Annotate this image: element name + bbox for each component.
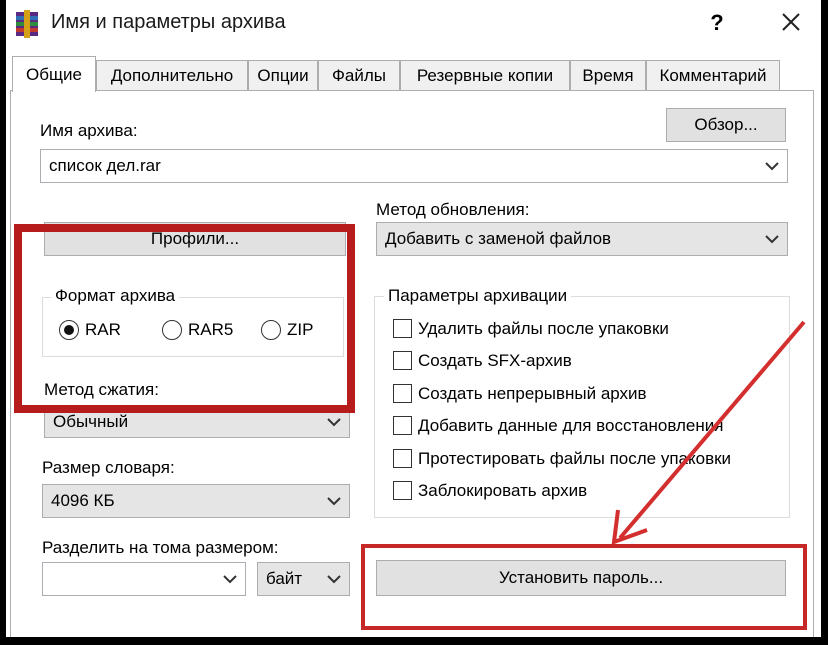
checkbox-delete-after-label: Удалить файлы после упаковки [418, 319, 669, 338]
split-size-combo[interactable] [42, 562, 246, 596]
radio-rar5[interactable] [162, 320, 182, 340]
radio-zip-label: ZIP [287, 320, 314, 339]
checkbox-lock-label: Заблокировать архив [418, 481, 588, 500]
tab-backup[interactable]: Резервные копии [400, 60, 570, 90]
chevron-down-icon [223, 575, 237, 584]
chevron-down-icon [327, 418, 341, 427]
compression-method-value: Обычный [53, 412, 129, 431]
checkbox-recovery-label: Добавить данные для восстановления [418, 416, 724, 435]
chevron-down-icon [327, 575, 341, 584]
archive-name-label: Имя архива: [40, 121, 138, 140]
chevron-down-icon [765, 235, 779, 244]
winrar-icon [16, 10, 38, 38]
radio-rar5-label: RAR5 [188, 320, 234, 339]
radio-rar[interactable] [59, 320, 79, 340]
update-method-select[interactable]: Добавить с заменой файлов [376, 222, 788, 256]
archive-name-combo[interactable]: список дел.rar [40, 149, 788, 183]
help-button[interactable]: ? [702, 6, 732, 40]
checkbox-solid[interactable] [393, 384, 412, 403]
archive-format-title: Формат архива [51, 286, 180, 306]
archive-name-value: список дел.rar [49, 156, 161, 175]
dictionary-size-select[interactable]: 4096 КБ [42, 484, 350, 518]
dictionary-size-label: Размер словаря: [42, 458, 175, 477]
checkbox-recovery[interactable] [393, 416, 412, 435]
split-unit-value: байт [266, 569, 303, 588]
tab-advanced[interactable]: Дополнительно [96, 60, 248, 90]
tab-time[interactable]: Время [570, 60, 646, 90]
archive-dialog: Имя и параметры архива ? Общие Дополните… [6, 0, 821, 637]
browse-button[interactable]: Обзор... [666, 108, 786, 142]
window-title: Имя и параметры архива [51, 11, 286, 33]
set-password-button[interactable]: Установить пароль... [376, 560, 786, 596]
chevron-down-icon [327, 497, 341, 506]
checkbox-delete-after[interactable] [393, 319, 412, 338]
compression-method-label: Метод сжатия: [44, 380, 159, 399]
checkbox-sfx[interactable] [393, 351, 412, 370]
archiving-options-title: Параметры архивации [384, 286, 572, 306]
checkbox-lock[interactable] [393, 481, 412, 500]
update-method-label: Метод обновления: [376, 200, 530, 219]
update-method-value: Добавить с заменой файлов [385, 229, 612, 248]
radio-zip[interactable] [261, 320, 281, 340]
title-bar: Имя и параметры архива ? [6, 0, 821, 48]
radio-rar-label: RAR [85, 320, 121, 339]
tab-general[interactable]: Общие [12, 56, 96, 92]
tab-options[interactable]: Опции [248, 60, 318, 90]
dictionary-size-value: 4096 КБ [51, 491, 115, 510]
split-unit-select[interactable]: байт [257, 562, 350, 596]
profiles-button[interactable]: Профили... [44, 222, 346, 256]
split-volumes-label: Разделить на тома размером: [42, 538, 279, 557]
tab-files[interactable]: Файлы [318, 60, 400, 90]
checkbox-test-label: Протестировать файлы после упаковки [418, 449, 732, 468]
checkbox-test[interactable] [393, 449, 412, 468]
compression-method-select[interactable]: Обычный [44, 406, 350, 438]
close-icon[interactable] [770, 6, 810, 40]
tab-comment[interactable]: Комментарий [646, 60, 780, 90]
checkbox-sfx-label: Создать SFX-архив [418, 351, 572, 370]
checkbox-solid-label: Создать непрерывный архив [418, 384, 647, 403]
chevron-down-icon [765, 162, 779, 171]
